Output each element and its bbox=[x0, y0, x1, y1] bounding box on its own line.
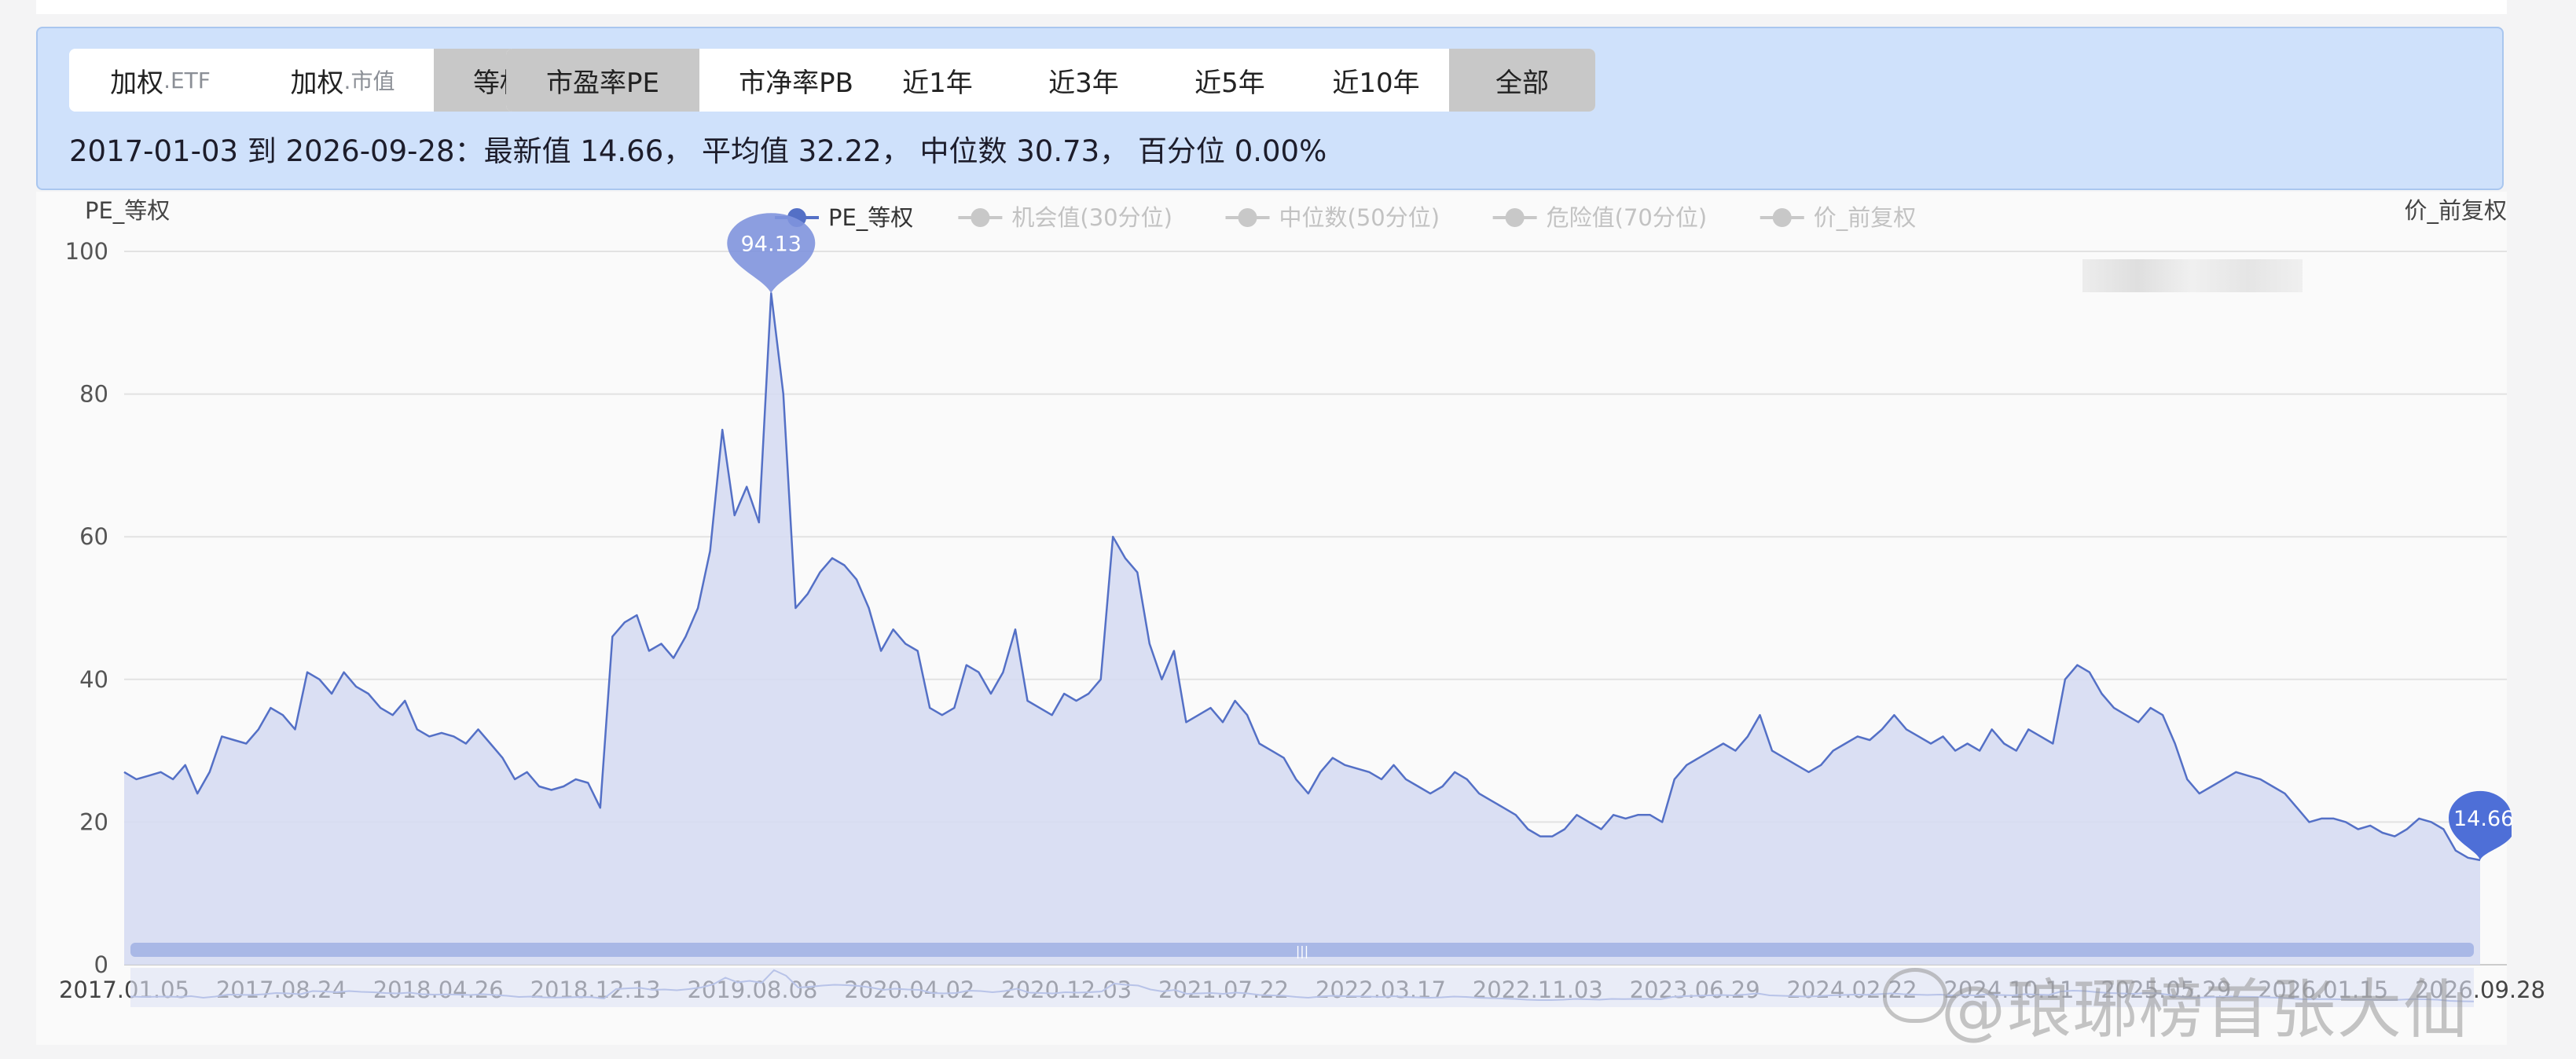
stats-latest: 最新值 14.66， bbox=[483, 134, 693, 168]
top-strip bbox=[36, 0, 2507, 14]
stats-mean: 平均值 32.22， bbox=[702, 134, 911, 168]
watermark-text: @琅琊榜首张大仙 bbox=[1941, 973, 2470, 1047]
weight-marketcap-sublabel: .市值 bbox=[343, 68, 395, 94]
metric-pe-button[interactable]: 市盈率PE bbox=[506, 49, 699, 112]
stats-median: 中位数 30.73， bbox=[919, 134, 1129, 168]
stats-summary: 2017-01-03 到 2026-09-28：最新值 14.66， 平均值 3… bbox=[69, 127, 1327, 170]
weight-etf-label: 加权 bbox=[110, 67, 164, 99]
weight-marketcap-button[interactable]: 加权 .市值 bbox=[251, 49, 434, 112]
control-panel: 加权 .ETF 加权 .市值 等权 市盈率PE 市净率PB 近1年 近3年 近5年 … bbox=[36, 27, 2504, 190]
metric-button-group: 市盈率PE 市净率PB bbox=[506, 49, 893, 112]
range-1y-button[interactable]: 近1年 bbox=[864, 49, 1011, 112]
stats-percentile: 百分位 0.00% bbox=[1137, 134, 1327, 168]
weight-etf-sublabel: .ETF bbox=[163, 67, 211, 93]
range-5y-button[interactable]: 近5年 bbox=[1157, 49, 1303, 112]
chart-area bbox=[36, 192, 2507, 1045]
weibo-logo-icon bbox=[1883, 968, 1947, 1023]
stats-period: 2017-01-03 到 2026-09-28： bbox=[69, 134, 484, 168]
weight-button-group: 加权 .ETF 加权 .市值 等权 bbox=[69, 49, 566, 112]
range-3y-button[interactable]: 近3年 bbox=[1011, 49, 1157, 112]
weight-marketcap-label: 加权 bbox=[290, 67, 344, 99]
range-button-group: 近1年 近3年 近5年 近10年 全部 bbox=[864, 49, 1595, 112]
range-all-button[interactable]: 全部 bbox=[1449, 49, 1595, 112]
blurred-region bbox=[2082, 259, 2303, 292]
weight-etf-button[interactable]: 加权 .ETF bbox=[69, 49, 251, 112]
range-10y-button[interactable]: 近10年 bbox=[1303, 49, 1449, 112]
